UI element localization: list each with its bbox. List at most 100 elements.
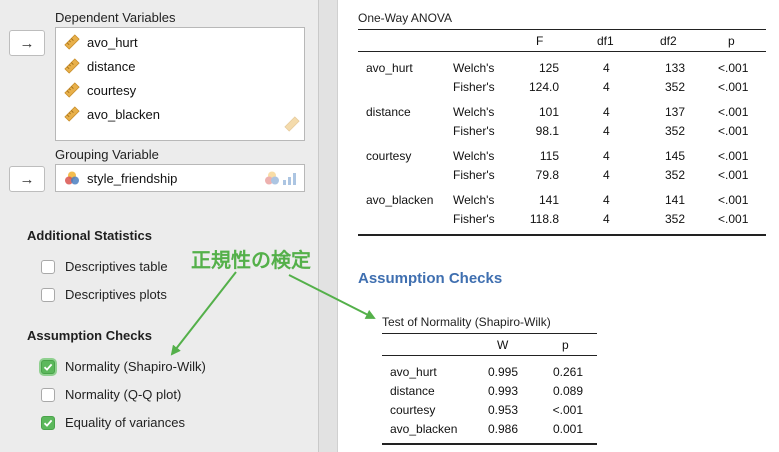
row-variable: avo_hurt (366, 61, 413, 75)
scale-ruler-icon (64, 106, 80, 122)
f-value: 79.8 (535, 168, 559, 182)
move-dependent-button[interactable]: → (9, 30, 45, 56)
descriptives-plots-option[interactable]: Descriptives plots (41, 287, 167, 302)
normality-test-annotation: 正規性の検定 (191, 250, 311, 272)
table-bottom-rule (382, 443, 597, 445)
row-test: Welch's (453, 149, 495, 163)
dependent-var-label: avo_hurt (87, 34, 138, 50)
row-test: Welch's (453, 61, 495, 75)
dependent-variables-box[interactable]: avo_hurt distance courtesy avo_blacken (55, 27, 305, 141)
ordinal-bars-icon (283, 173, 296, 185)
df2-value: 352 (664, 212, 685, 226)
column-header: p (562, 338, 569, 352)
scale-ruler-icon (64, 82, 80, 98)
row-variable: avo_blacken (390, 422, 458, 436)
dependent-variables-label: Dependent Variables (55, 10, 176, 25)
df1-value: 4 (603, 61, 610, 75)
p-value: <.001 (718, 61, 749, 75)
analysis-options-panel: Dependent Variables → avo_hurt distance … (0, 0, 318, 452)
w-value: 0.993 (487, 384, 518, 398)
dependent-var-label: avo_blacken (87, 106, 160, 122)
nominal-venn-icon (64, 170, 80, 186)
dependent-var-label: distance (87, 58, 136, 74)
df2-value: 352 (664, 80, 685, 94)
scale-ruler-icon (64, 34, 80, 50)
df1-value: 4 (603, 80, 610, 94)
f-value: 125 (538, 61, 559, 75)
column-header: p (728, 34, 735, 48)
p-value: <.001 (718, 149, 749, 163)
df1-value: 4 (603, 212, 610, 226)
w-value: 0.986 (487, 422, 518, 436)
row-variable: avo_blacken (366, 193, 434, 207)
f-value: 101 (538, 105, 559, 119)
option-label: Descriptives plots (65, 287, 167, 302)
dependent-var-item[interactable]: avo_blacken (64, 104, 160, 124)
table-top-rule (358, 29, 766, 30)
p-value: <.001 (718, 168, 749, 182)
f-value: 118.8 (529, 212, 559, 226)
df2-value: 145 (664, 149, 685, 163)
p-value: <.001 (718, 124, 749, 138)
df1-value: 4 (603, 168, 610, 182)
grouping-var-item[interactable]: style_friendship (64, 168, 177, 188)
dependent-var-item[interactable]: distance (64, 56, 135, 76)
df1-value: 4 (603, 124, 610, 138)
normality-qq-option[interactable]: Normality (Q-Q plot) (41, 387, 181, 402)
p-value: 0.089 (552, 384, 583, 398)
w-value: 0.995 (487, 365, 518, 379)
row-test: Fisher's (453, 168, 495, 182)
normality-qq-checkbox[interactable] (41, 387, 55, 402)
p-value: 0.261 (552, 365, 583, 379)
f-value: 98.1 (535, 124, 559, 138)
p-value: <.001 (718, 105, 749, 119)
equality-of-variances-checkbox[interactable] (41, 415, 55, 430)
normality-shapiro-checkbox[interactable] (41, 359, 55, 374)
column-header: W (497, 338, 509, 352)
checkmark-icon (43, 419, 53, 427)
descriptives-table-checkbox[interactable] (41, 259, 55, 274)
df1-value: 4 (603, 105, 610, 119)
option-label: Normality (Q-Q plot) (65, 387, 182, 402)
row-test: Welch's (453, 105, 495, 119)
row-test: Fisher's (453, 80, 495, 94)
f-value: 141 (538, 193, 559, 207)
df2-value: 133 (664, 61, 685, 75)
df2-value: 141 (664, 193, 685, 207)
p-value: 0.001 (552, 422, 583, 436)
df2-value: 352 (664, 124, 685, 138)
df1-value: 4 (603, 149, 610, 163)
normality-shapiro-option[interactable]: Normality (Shapiro-Wilk) (41, 359, 206, 374)
df2-value: 137 (664, 105, 685, 119)
w-value: 0.953 (487, 403, 518, 417)
grouping-variable-label: Grouping Variable (55, 147, 159, 162)
df2-value: 352 (664, 168, 685, 182)
option-label: Descriptives table (65, 259, 168, 274)
column-header: df1 (597, 34, 614, 48)
p-value: <.001 (718, 212, 749, 226)
dependent-var-item[interactable]: avo_hurt (64, 32, 138, 52)
row-test: Fisher's (453, 124, 495, 138)
allowed-type-ruler-icon (284, 116, 300, 137)
assumption-checks-results-heading: Assumption Checks (358, 270, 503, 287)
panel-splitter[interactable] (318, 0, 338, 452)
f-value: 115 (539, 149, 559, 163)
scale-ruler-icon (64, 58, 80, 74)
descriptives-plots-checkbox[interactable] (41, 287, 55, 302)
p-value: <.001 (552, 403, 583, 417)
move-grouping-button[interactable]: → (9, 166, 45, 192)
dependent-var-item[interactable]: courtesy (64, 80, 136, 100)
assumption-checks-heading: Assumption Checks (27, 328, 152, 343)
descriptives-table-option[interactable]: Descriptives table (41, 259, 168, 274)
p-value: <.001 (718, 193, 749, 207)
grouping-var-label: style_friendship (87, 170, 178, 186)
nominal-venn-icon (265, 171, 279, 185)
row-variable: distance (390, 384, 435, 398)
p-value: <.001 (718, 80, 749, 94)
row-variable: courtesy (366, 149, 412, 163)
row-variable: avo_hurt (390, 365, 437, 379)
header-rule (358, 51, 766, 52)
table-top-rule (382, 333, 597, 334)
equality-of-variances-option[interactable]: Equality of variances (41, 415, 185, 430)
grouping-variable-box[interactable]: style_friendship (55, 164, 305, 192)
